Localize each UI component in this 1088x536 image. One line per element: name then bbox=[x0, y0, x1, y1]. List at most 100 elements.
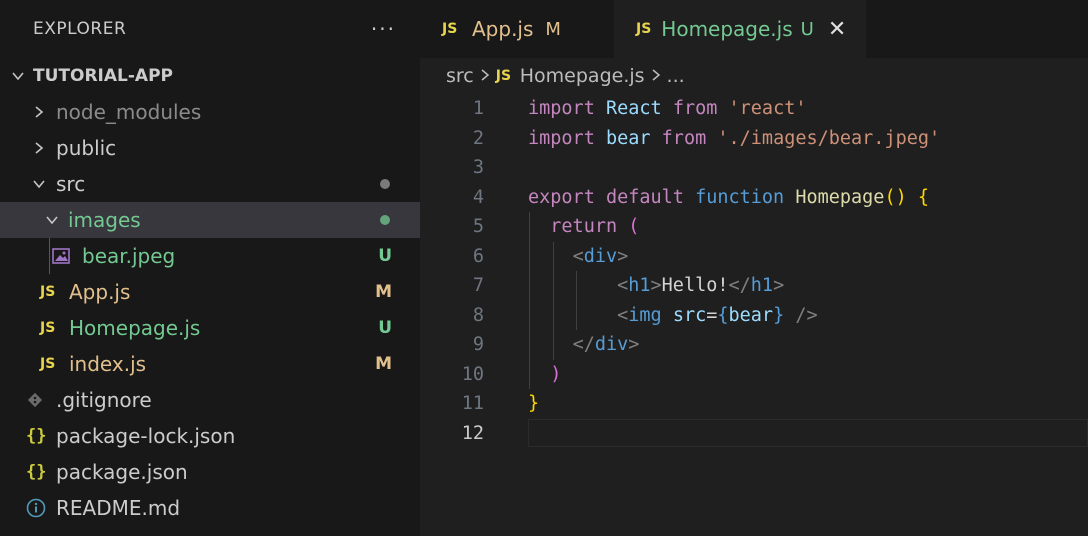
token: div bbox=[594, 334, 629, 356]
token: function bbox=[695, 186, 785, 208]
line-number: 3 bbox=[472, 157, 484, 179]
breadcrumb-folder[interactable]: src bbox=[446, 65, 474, 87]
line-number: 9 bbox=[472, 334, 484, 356]
tree-item-node-modules[interactable]: node_modules bbox=[0, 94, 420, 130]
info-icon bbox=[26, 498, 46, 518]
token: div bbox=[583, 245, 618, 267]
tree-item-package-json[interactable]: {} package.json bbox=[0, 454, 420, 490]
code-line: 4 export default function Homepage() { bbox=[420, 183, 1088, 213]
token: () bbox=[884, 186, 907, 208]
chevron-down-icon bbox=[8, 69, 28, 83]
tree-item-homepage-js[interactable]: JS Homepage.js U bbox=[0, 310, 420, 346]
token: Hello! bbox=[661, 275, 729, 297]
tree-item-app-js[interactable]: JS App.js M bbox=[0, 274, 420, 310]
tab-label: App.js bbox=[472, 17, 534, 41]
token: from bbox=[661, 127, 707, 149]
token: return bbox=[550, 216, 618, 238]
json-file-icon: {} bbox=[26, 426, 47, 446]
git-status-badge: U bbox=[378, 246, 392, 266]
line-content: import bear from './images/bear.jpeg' bbox=[484, 128, 940, 149]
tree-item-label: index.js bbox=[69, 352, 147, 376]
code-editor[interactable]: 1 import React from 'react' 2 import bea… bbox=[420, 94, 1088, 448]
line-number: 8 bbox=[472, 304, 484, 326]
tree-item-label: bear.jpeg bbox=[82, 244, 176, 268]
tree-item-readme-md[interactable]: README.md bbox=[0, 490, 420, 526]
token: > bbox=[773, 275, 785, 297]
token: bear bbox=[728, 304, 774, 326]
git-status-badge: M bbox=[545, 18, 561, 40]
tree-item-label: Homepage.js bbox=[69, 316, 201, 340]
tab-label: Homepage.js bbox=[661, 17, 793, 41]
token: } bbox=[773, 304, 785, 326]
line-content: } bbox=[484, 393, 539, 414]
token: 'react' bbox=[728, 98, 807, 120]
line-content: <h1>Hello!</h1> bbox=[484, 275, 784, 296]
tab-app-js[interactable]: JS App.js M bbox=[420, 0, 614, 58]
breadcrumb-file[interactable]: Homepage.js bbox=[520, 65, 645, 87]
tree-item-bear-jpeg[interactable]: bear.jpeg U bbox=[0, 238, 420, 274]
line-number: 4 bbox=[472, 186, 484, 208]
tree-item-public[interactable]: public bbox=[0, 130, 420, 166]
line-number: 10 bbox=[461, 363, 484, 385]
chevron-down-icon bbox=[42, 213, 62, 227]
token: > bbox=[617, 245, 629, 267]
file-tree: TUTORIAL-APP node_modules public src ima… bbox=[0, 58, 420, 526]
tab-homepage-js[interactable]: JS Homepage.js U ✕ bbox=[614, 0, 866, 58]
token: </ bbox=[572, 334, 595, 356]
javascript-file-icon: JS bbox=[636, 21, 652, 37]
code-line: 3 bbox=[420, 153, 1088, 183]
tree-item-gitignore[interactable]: .gitignore bbox=[0, 382, 420, 418]
project-name: TUTORIAL-APP bbox=[33, 66, 173, 86]
code-line-current: 12 bbox=[420, 419, 1088, 449]
tab-bar: JS App.js M JS Homepage.js U ✕ bbox=[420, 0, 1088, 58]
token: > bbox=[628, 334, 640, 356]
line-number: 6 bbox=[472, 245, 484, 267]
untracked-dot-icon bbox=[380, 215, 390, 225]
tree-item-src[interactable]: src bbox=[0, 166, 420, 202]
tree-item-label: README.md bbox=[56, 496, 181, 520]
tree-item-index-js[interactable]: JS index.js M bbox=[0, 346, 420, 382]
code-line: 10 ) bbox=[420, 360, 1088, 390]
explorer-title: EXPLORER bbox=[33, 19, 127, 39]
image-file-icon bbox=[52, 248, 74, 264]
git-icon bbox=[26, 391, 46, 409]
token: img bbox=[628, 304, 662, 326]
tree-item-images[interactable]: images bbox=[0, 202, 420, 238]
token: './images/bear.jpeg' bbox=[717, 127, 941, 149]
code-line: 8 <img src={bear} /> bbox=[420, 301, 1088, 331]
close-icon[interactable]: ✕ bbox=[828, 17, 846, 42]
json-file-icon: {} bbox=[26, 462, 47, 482]
line-number: 11 bbox=[461, 393, 484, 415]
token: = bbox=[706, 304, 718, 326]
tree-item-label: node_modules bbox=[56, 100, 202, 124]
breadcrumb: src JS Homepage.js ... bbox=[420, 58, 1088, 94]
line-content: <img src={bear} /> bbox=[484, 305, 818, 326]
javascript-file-icon: JS bbox=[495, 68, 512, 84]
javascript-file-icon: JS bbox=[40, 284, 56, 300]
git-status-badge: M bbox=[375, 282, 392, 302]
token: default bbox=[605, 186, 684, 208]
token: Homepage bbox=[795, 186, 885, 208]
tree-item-label: .gitignore bbox=[56, 388, 152, 412]
javascript-file-icon: JS bbox=[40, 356, 56, 372]
token: bear bbox=[605, 127, 651, 149]
code-line: 1 import React from 'react' bbox=[420, 94, 1088, 124]
project-root[interactable]: TUTORIAL-APP bbox=[0, 58, 420, 94]
token: src bbox=[672, 304, 707, 326]
current-line-highlight bbox=[528, 419, 1088, 448]
javascript-file-icon: JS bbox=[40, 320, 56, 336]
code-line: 7 <h1>Hello!</h1> bbox=[420, 271, 1088, 301]
chevron-right-icon bbox=[651, 65, 661, 87]
line-content: ) bbox=[484, 364, 561, 385]
git-status-badge: U bbox=[800, 18, 814, 40]
line-number: 5 bbox=[472, 216, 484, 238]
tab-bar-empty bbox=[866, 0, 1088, 58]
breadcrumb-symbols[interactable]: ... bbox=[667, 65, 685, 87]
token: { bbox=[917, 186, 929, 208]
more-actions-icon[interactable]: ··· bbox=[371, 17, 396, 41]
line-number: 7 bbox=[472, 275, 484, 297]
tree-item-label: package-lock.json bbox=[56, 424, 236, 448]
code-line: 6 <div> bbox=[420, 242, 1088, 272]
line-content: import React from 'react' bbox=[484, 98, 806, 119]
tree-item-package-lock-json[interactable]: {} package-lock.json bbox=[0, 418, 420, 454]
